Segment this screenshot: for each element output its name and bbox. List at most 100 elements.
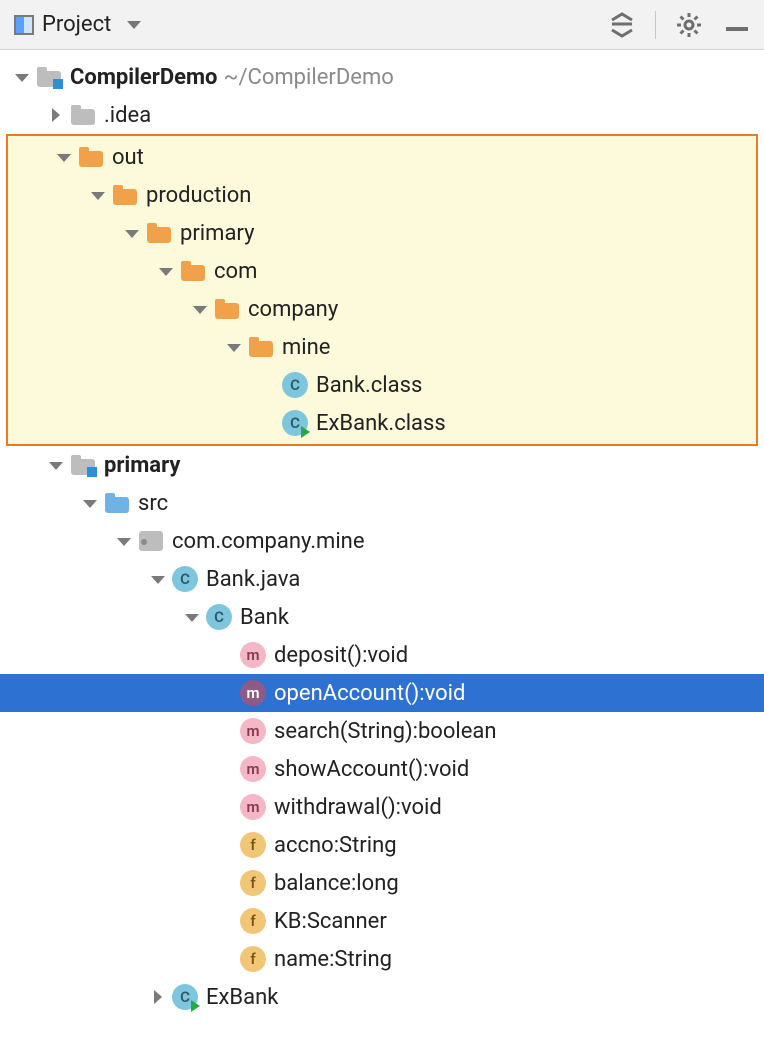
- class-icon: C: [172, 566, 198, 592]
- tree-label: production: [146, 183, 251, 208]
- module-folder-icon: [36, 64, 62, 90]
- toolbar-separator: [655, 11, 656, 39]
- method-icon: m: [240, 718, 266, 744]
- out-highlight-box: out production primary: [6, 134, 758, 446]
- tree-node-package[interactable]: com.company.mine: [0, 522, 764, 560]
- folder-icon: [248, 334, 274, 360]
- tree-node-mine[interactable]: mine: [8, 328, 756, 366]
- expand-arrow-icon[interactable]: [122, 223, 142, 243]
- expand-arrow-icon[interactable]: [46, 455, 66, 475]
- class-icon: C: [282, 372, 308, 398]
- tree-node-bank-java[interactable]: C Bank.java: [0, 560, 764, 598]
- collapse-arrow-icon[interactable]: [46, 105, 66, 125]
- tree-label: company: [248, 297, 338, 322]
- expand-arrow-icon[interactable]: [182, 607, 202, 627]
- folder-icon: [146, 220, 172, 246]
- tree-node-method-search[interactable]: m search(String):boolean: [0, 712, 764, 750]
- method-icon: m: [240, 642, 266, 668]
- tree-node-idea[interactable]: .idea: [0, 96, 764, 134]
- hide-button[interactable]: [722, 10, 752, 40]
- tree-label: .idea: [104, 103, 151, 128]
- folder-icon: [70, 102, 96, 128]
- tree-label: showAccount():void: [274, 757, 469, 782]
- tree-node-company[interactable]: company: [8, 290, 756, 328]
- tree-label: com: [214, 259, 257, 284]
- expand-arrow-icon[interactable]: [190, 299, 210, 319]
- tree-label: withdrawal():void: [274, 795, 442, 820]
- minimize-icon: [726, 27, 748, 31]
- runnable-class-icon: C: [172, 984, 198, 1010]
- tree-node-com[interactable]: com: [8, 252, 756, 290]
- tree-label: mine: [282, 335, 330, 360]
- project-title: Project: [42, 12, 111, 37]
- tree-node-primary-module[interactable]: primary: [0, 446, 764, 484]
- method-icon: m: [240, 756, 266, 782]
- expand-arrow-icon[interactable]: [156, 261, 176, 281]
- tree-node-field-balance[interactable]: f balance:long: [0, 864, 764, 902]
- toolbar-actions: [607, 10, 752, 40]
- tree-label: out: [112, 145, 144, 170]
- tree-label: primary: [180, 221, 254, 246]
- runnable-class-icon: C: [282, 410, 308, 436]
- settings-button[interactable]: [674, 10, 704, 40]
- folder-icon: [180, 258, 206, 284]
- tree-node-field-kb[interactable]: f KB:Scanner: [0, 902, 764, 940]
- tree-label: KB:Scanner: [274, 909, 387, 934]
- method-icon: m: [240, 794, 266, 820]
- field-icon: f: [240, 832, 266, 858]
- tree-node-method-withdrawal[interactable]: m withdrawal():void: [0, 788, 764, 826]
- tree-node-project-root[interactable]: CompilerDemo~/CompilerDemo: [0, 58, 764, 96]
- folder-icon: [78, 144, 104, 170]
- method-icon: m: [240, 680, 266, 706]
- project-tree[interactable]: CompilerDemo~/CompilerDemo .idea out: [0, 50, 764, 1028]
- tree-label: Bank.class: [316, 373, 422, 398]
- tree-label: Bank.java: [206, 567, 300, 592]
- source-folder-icon: [104, 490, 130, 516]
- class-icon: C: [206, 604, 232, 630]
- tree-label: name:String: [274, 947, 392, 972]
- tree-label: primary: [104, 453, 180, 478]
- tree-label: search(String):boolean: [274, 719, 497, 744]
- tree-label: balance:long: [274, 871, 399, 896]
- expand-arrow-icon[interactable]: [12, 67, 32, 87]
- collapse-arrow-icon[interactable]: [148, 987, 168, 1007]
- folder-icon: [112, 182, 138, 208]
- tree-node-exbank-class[interactable]: C ExBank.class: [8, 404, 756, 442]
- tree-node-bank-class-inner[interactable]: C Bank: [0, 598, 764, 636]
- tree-node-primary-out[interactable]: primary: [8, 214, 756, 252]
- tree-node-field-accno[interactable]: f accno:String: [0, 826, 764, 864]
- tree-node-out[interactable]: out: [8, 138, 756, 176]
- expand-arrow-icon[interactable]: [80, 493, 100, 513]
- expand-arrow-icon[interactable]: [148, 569, 168, 589]
- tree-label: Bank: [240, 605, 289, 630]
- field-icon: f: [240, 908, 266, 934]
- module-folder-icon: [70, 452, 96, 478]
- tree-label: deposit():void: [274, 643, 408, 668]
- project-icon: [14, 15, 34, 35]
- folder-icon: [214, 296, 240, 322]
- tree-node-method-showaccount[interactable]: m showAccount():void: [0, 750, 764, 788]
- expand-arrow-icon[interactable]: [114, 531, 134, 551]
- expand-arrow-icon[interactable]: [224, 337, 244, 357]
- collapse-all-button[interactable]: [607, 10, 637, 40]
- tree-label: com.company.mine: [172, 529, 365, 554]
- project-toolbar: Project: [0, 0, 764, 50]
- tree-node-exbank[interactable]: C ExBank: [0, 978, 764, 1016]
- field-icon: f: [240, 870, 266, 896]
- tree-node-src[interactable]: src: [0, 484, 764, 522]
- field-icon: f: [240, 946, 266, 972]
- expand-arrow-icon[interactable]: [88, 185, 108, 205]
- tree-label: CompilerDemo~/CompilerDemo: [70, 65, 394, 90]
- chevron-down-icon: [127, 21, 141, 29]
- tree-node-method-openaccount[interactable]: m openAccount():void: [0, 674, 764, 712]
- tree-label: src: [138, 491, 168, 516]
- tree-node-bank-class[interactable]: C Bank.class: [8, 366, 756, 404]
- project-view-selector[interactable]: Project: [14, 12, 141, 37]
- tree-node-production[interactable]: production: [8, 176, 756, 214]
- package-icon: [138, 528, 164, 554]
- tree-label: accno:String: [274, 833, 397, 858]
- tree-node-field-name[interactable]: f name:String: [0, 940, 764, 978]
- tree-label: ExBank: [206, 985, 278, 1010]
- expand-arrow-icon[interactable]: [54, 147, 74, 167]
- tree-node-method-deposit[interactable]: m deposit():void: [0, 636, 764, 674]
